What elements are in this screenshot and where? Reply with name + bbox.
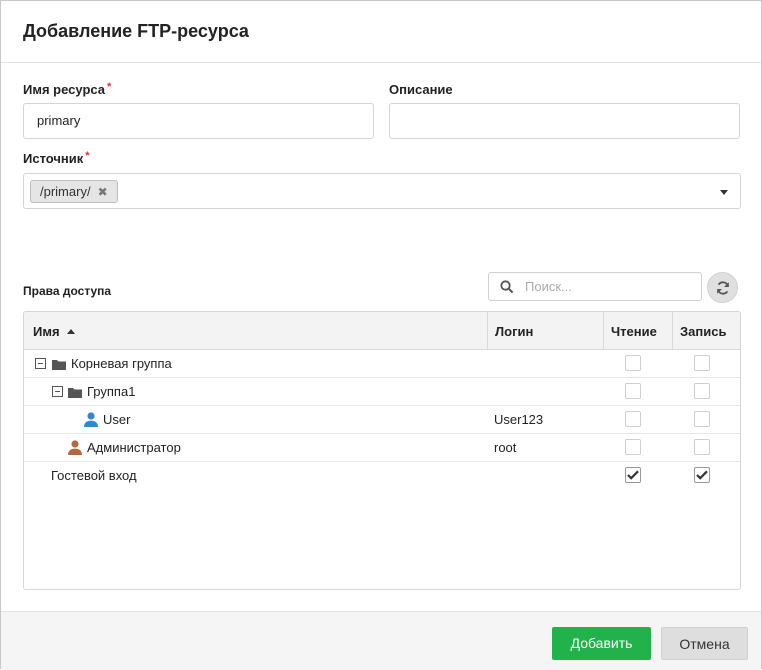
name-label: Имя ресурса *: [23, 81, 112, 97]
read-checkbox[interactable]: [625, 411, 641, 427]
dropdown-arrow-icon[interactable]: [720, 190, 728, 195]
folder-icon: [68, 388, 82, 398]
write-checkbox[interactable]: [694, 439, 710, 455]
tag-remove-icon[interactable]: ✖: [98, 185, 108, 199]
table-row[interactable]: Администратор root: [24, 434, 740, 462]
refresh-icon: [717, 281, 729, 295]
search-box[interactable]: Поиск...: [488, 272, 702, 301]
table-row[interactable]: Группа1: [24, 378, 740, 406]
description-input[interactable]: [389, 103, 740, 139]
collapse-icon[interactable]: [35, 358, 46, 369]
user-icon: [84, 412, 98, 427]
search-input[interactable]: Поиск...: [525, 279, 572, 294]
description-label: Описание: [389, 82, 453, 97]
row-name: Администратор: [87, 440, 181, 455]
cancel-button[interactable]: Отмена: [661, 627, 748, 660]
ftp-resource-dialog: Добавление FTP-ресурса Имя ресурса * prim…: [0, 0, 762, 670]
column-header-write[interactable]: Запись: [680, 312, 726, 350]
write-checkbox[interactable]: [694, 355, 710, 371]
row-name: Гостевой вход: [51, 468, 137, 483]
row-name: User: [103, 412, 131, 427]
table-row[interactable]: User User123: [24, 406, 740, 434]
write-checkbox[interactable]: [694, 411, 710, 427]
read-checkbox[interactable]: [625, 467, 641, 483]
read-checkbox[interactable]: [625, 439, 641, 455]
sort-asc-icon: [66, 329, 75, 334]
refresh-button[interactable]: [707, 272, 738, 303]
row-login: root: [494, 440, 517, 455]
required-mark: *: [107, 81, 112, 93]
table-row[interactable]: Корневая группа: [24, 350, 740, 378]
read-checkbox[interactable]: [625, 383, 641, 399]
write-checkbox[interactable]: [694, 383, 710, 399]
dialog-header: Добавление FTP-ресурса: [1, 1, 761, 63]
user-icon: [68, 440, 82, 455]
column-header-login[interactable]: Логин: [495, 312, 533, 350]
write-checkbox[interactable]: [694, 467, 710, 483]
column-header-read[interactable]: Чтение: [611, 312, 657, 350]
source-tag: /primary/✖: [30, 180, 118, 203]
access-rights-label: Права доступа: [23, 284, 112, 298]
dialog-footer: Добавить Отмена: [1, 611, 761, 670]
row-name: Корневая группа: [71, 356, 172, 371]
row-name: Группа1: [87, 384, 136, 399]
folder-icon: [52, 360, 66, 370]
table-row[interactable]: Гостевой вход: [24, 462, 740, 490]
checkmark-icon: [696, 470, 708, 480]
table-header: Имя Логин Чтение Запись: [24, 312, 740, 350]
source-multiselect[interactable]: /primary/✖: [23, 173, 741, 209]
search-icon: [500, 280, 514, 294]
resource-name-input[interactable]: primary: [23, 103, 374, 139]
row-login: User123: [494, 412, 544, 427]
required-mark: *: [85, 150, 90, 162]
read-checkbox[interactable]: [625, 355, 641, 371]
column-header-name[interactable]: Имя: [33, 312, 75, 350]
add-button[interactable]: Добавить: [552, 627, 651, 660]
access-rights-table: Имя Логин Чтение Запись Корневая группа …: [23, 311, 741, 590]
dialog-title: Добавление FTP-ресурса: [23, 21, 249, 41]
checkmark-icon: [627, 470, 639, 480]
collapse-icon[interactable]: [52, 386, 63, 397]
source-label: Источник *: [23, 150, 90, 166]
